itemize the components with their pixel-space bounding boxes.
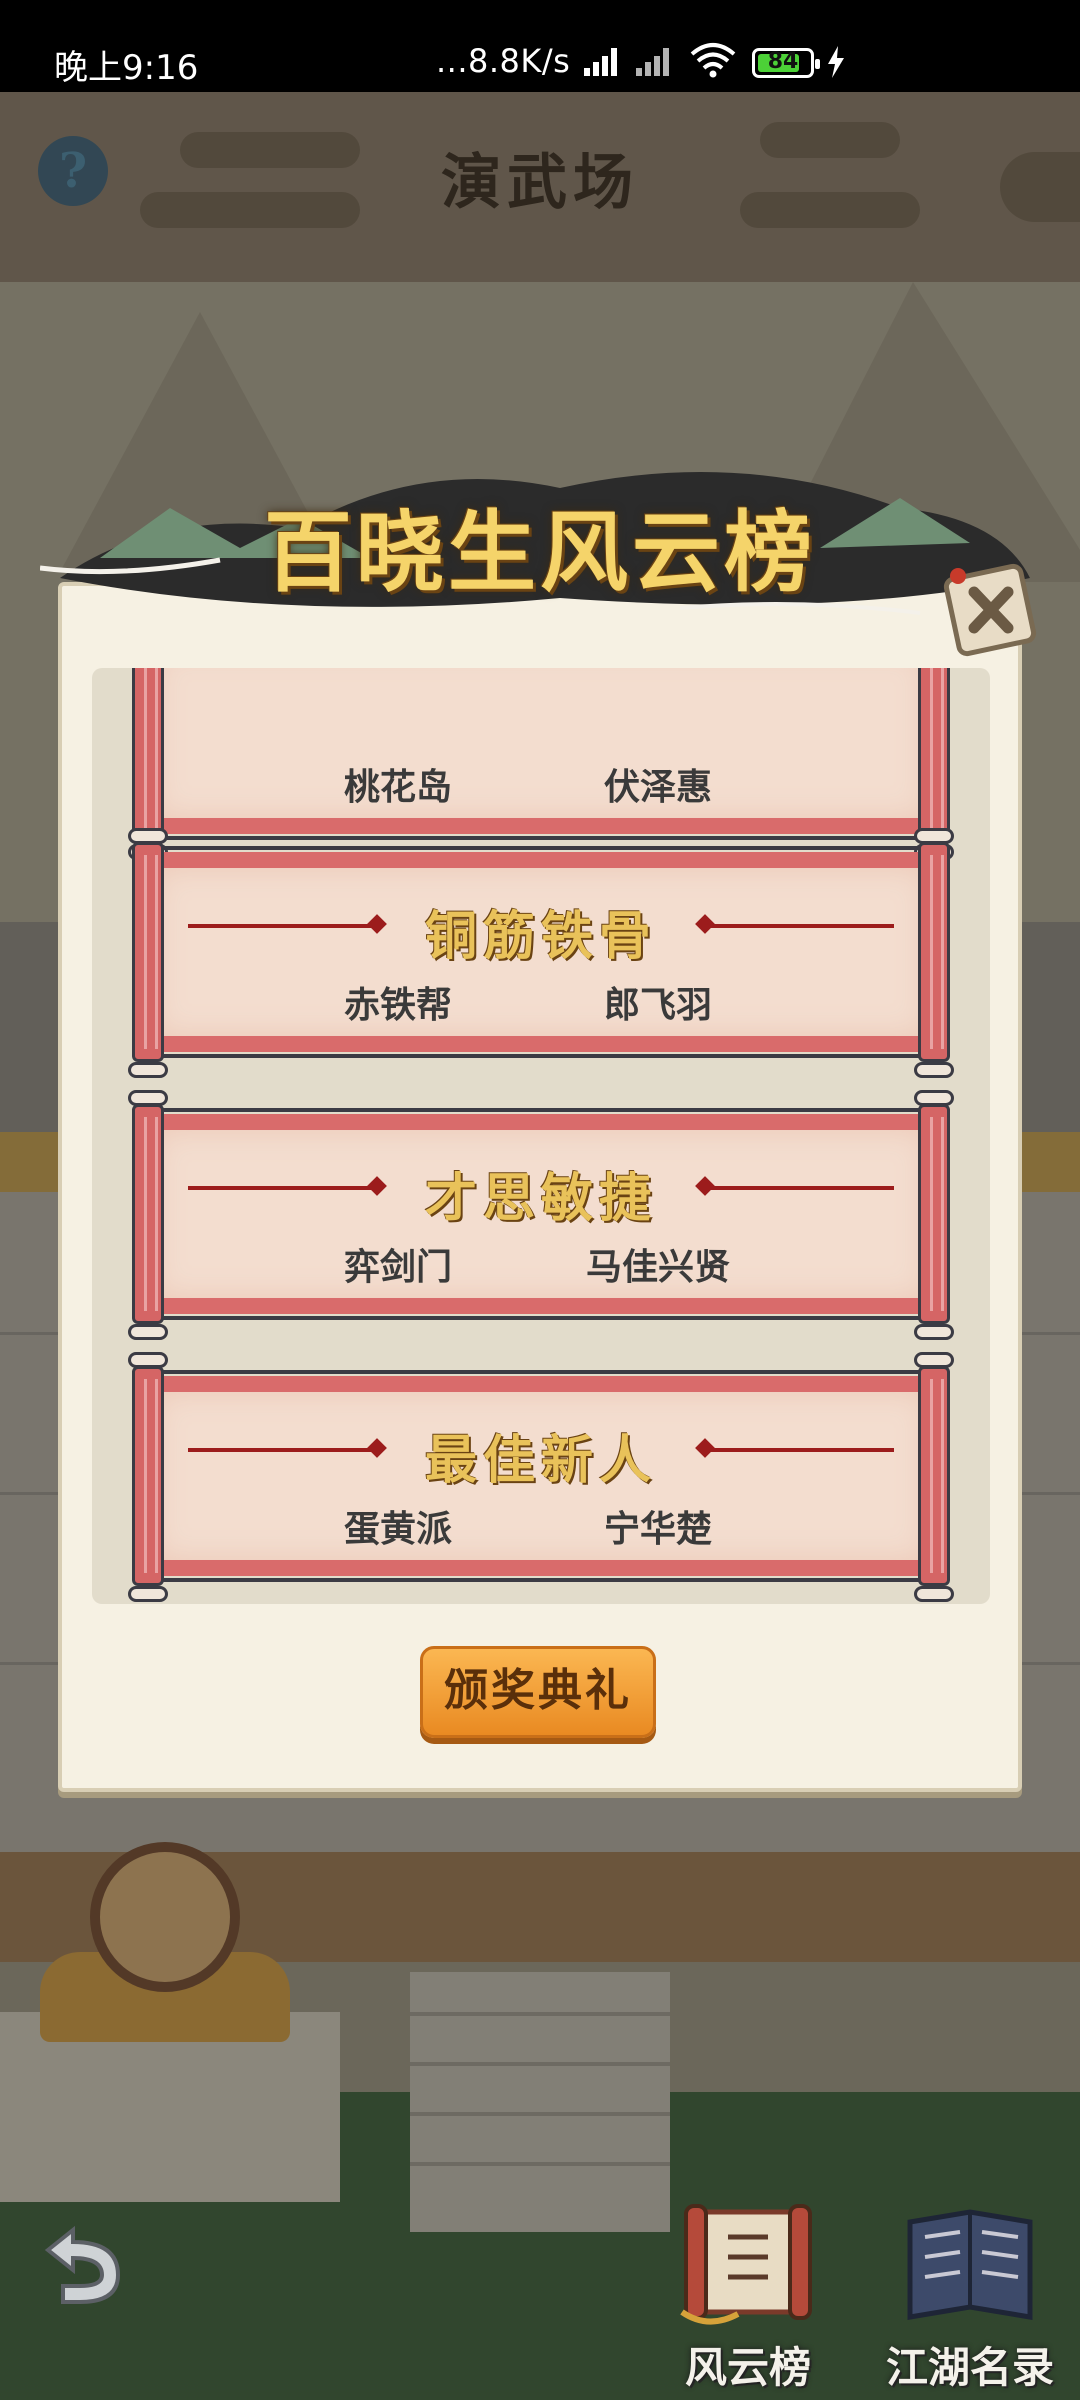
award-winner: 郎飞羽 [603, 985, 712, 1026]
award-ceremony-button[interactable]: 颁奖典礼 [420, 1646, 656, 1738]
signal-icon [584, 46, 624, 76]
status-time: 晚上9:16 [54, 48, 199, 88]
award-winner: 马佳兴贤 [585, 1247, 730, 1288]
award-sect: 蛋黄派 [343, 1509, 452, 1550]
close-icon[interactable] [940, 558, 1040, 658]
nav-directory[interactable]: 江湖名录 [870, 2202, 1070, 2400]
award-title: 铜筋铁骨 [424, 906, 657, 967]
award-winner: 伏泽惠 [603, 767, 712, 808]
nav-leaderboard-label: 风云榜 [684, 2343, 811, 2392]
nav-leaderboard[interactable]: 风云榜 [648, 2202, 848, 2400]
award-sect: 弈剑门 [343, 1247, 452, 1288]
wifi-icon [690, 43, 736, 78]
award-title: 才思敏捷 [424, 1168, 657, 1229]
award-scroll: 才思敏捷 弈剑门 马佳兴贤 [128, 1090, 954, 1340]
status-bar: 晚上9:16 ...8.8K/s 84 [0, 0, 1080, 92]
charging-icon [828, 46, 844, 78]
book-icon [907, 2209, 1033, 2320]
scroll-icon [680, 2204, 812, 2325]
battery-icon: 84 [752, 48, 820, 78]
award-sect: 桃花岛 [343, 767, 452, 808]
dialog-title: 百晓生风云榜 [263, 500, 816, 604]
award-sect: 赤铁帮 [343, 985, 452, 1026]
back-arrow-icon[interactable] [18, 2220, 138, 2320]
signal-2-icon [636, 46, 676, 76]
award-title: 最佳新人 [424, 1430, 657, 1491]
nav-directory-label: 江湖名录 [885, 2343, 1054, 2392]
award-scroll: 铜筋铁骨 赤铁帮 郎飞羽 [128, 828, 954, 1078]
battery-level: 84 [767, 49, 799, 74]
award-winner: 宁华楚 [603, 1509, 712, 1550]
award-list[interactable]: 桃花岛 伏泽惠 铜筋铁骨 赤铁帮 郎飞羽 才思敏捷 弈剑门 马佳兴贤 最佳新人 … [92, 668, 990, 1604]
award-scroll: 最佳新人 蛋黄派 宁华楚 [128, 1352, 954, 1602]
network-speed: ...8.8K/s [436, 42, 571, 80]
